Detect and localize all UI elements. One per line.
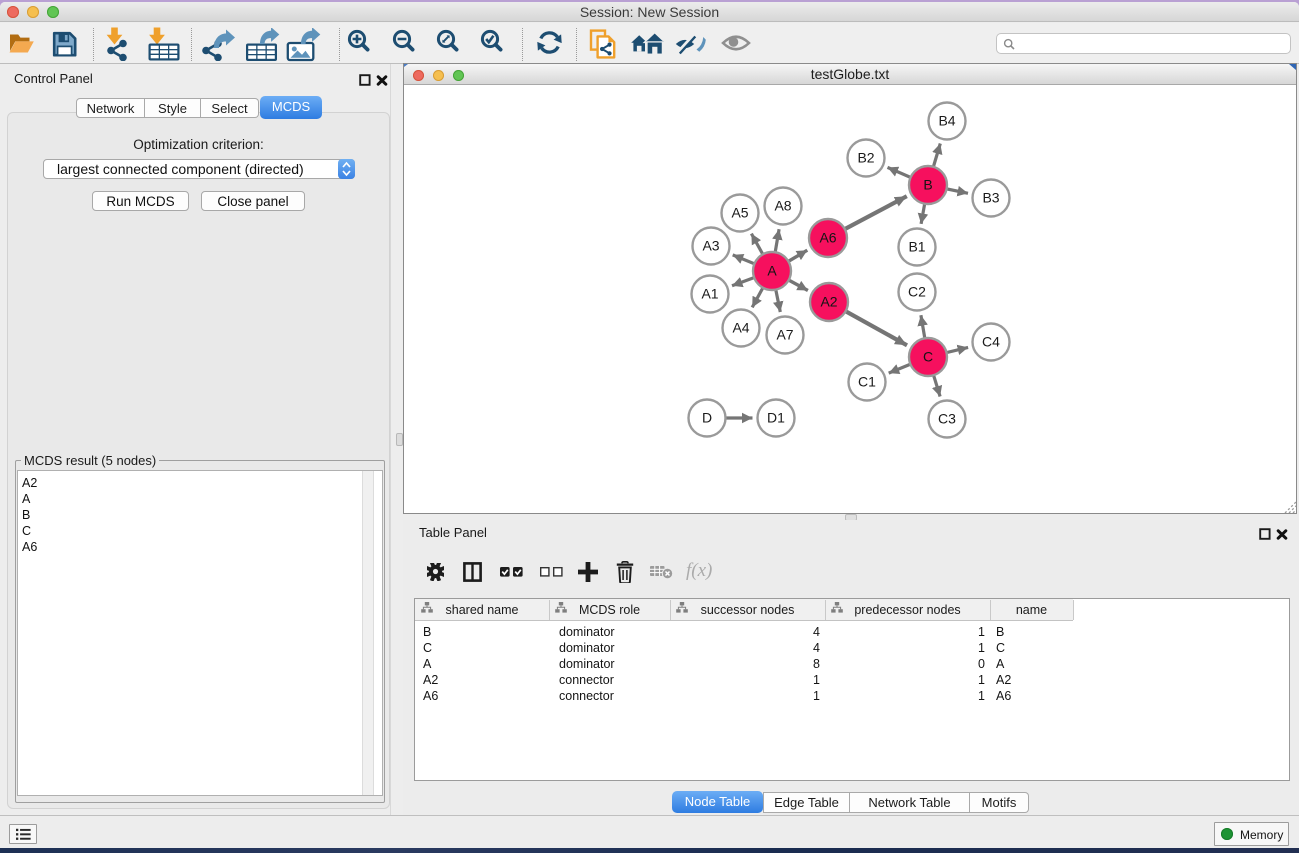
svg-text:C1: C1: [858, 374, 876, 390]
svg-text:A: A: [767, 263, 777, 279]
svg-text:D: D: [702, 410, 712, 426]
svg-text:B1: B1: [908, 239, 925, 255]
svg-text:A2: A2: [820, 294, 837, 310]
svg-text:B2: B2: [857, 150, 874, 166]
svg-text:B4: B4: [938, 113, 955, 129]
svg-text:C4: C4: [982, 334, 1000, 350]
svg-text:A6: A6: [819, 230, 836, 246]
svg-text:C: C: [923, 349, 933, 365]
svg-text:C3: C3: [938, 411, 956, 427]
svg-text:A1: A1: [701, 286, 718, 302]
svg-text:D1: D1: [767, 410, 785, 426]
svg-text:A3: A3: [702, 238, 719, 254]
svg-text:B3: B3: [982, 190, 999, 206]
svg-text:A7: A7: [776, 327, 793, 343]
svg-text:A5: A5: [731, 205, 748, 221]
svg-text:B: B: [923, 177, 932, 193]
svg-text:A4: A4: [732, 320, 749, 336]
svg-text:A8: A8: [774, 198, 791, 214]
svg-text:C2: C2: [908, 284, 926, 300]
